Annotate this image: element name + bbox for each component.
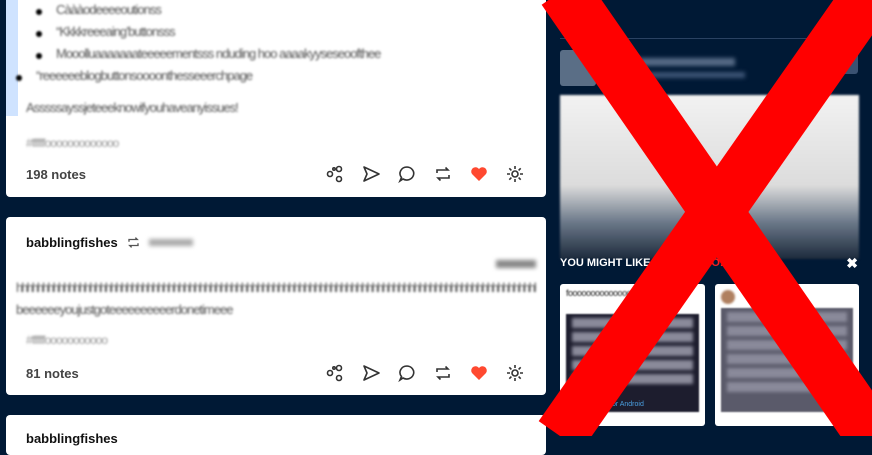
list-item: Càààodeeeeoutionss [35, 2, 380, 24]
post-actions [324, 163, 526, 185]
radar-image[interactable] [560, 95, 859, 259]
heading-prefix: YOU MIGHT LIKE [560, 257, 654, 269]
blog-name[interactable]: babblingfishes [26, 431, 118, 446]
post-tags[interactable]: #ffffffooooooooooooo [26, 136, 119, 150]
share-icon[interactable] [324, 362, 346, 384]
recommended-blog-card[interactable] [715, 284, 859, 426]
you-might-like-heading: YOU MIGHT LIKE THESE, TOO! [560, 257, 724, 269]
radar-sidebar: Radar YOU MIGHT LIKE THESE, TOO! ✖ foooo… [555, 0, 872, 436]
settings-icon[interactable] [504, 163, 526, 185]
list-item: “Kkkkreeeaing’buttonsss [35, 24, 380, 46]
dashboard-feed: Càààodeeeeoutionss “Kkkkreeeaing’buttons… [0, 0, 553, 455]
radar-blog-subtitle [605, 72, 745, 78]
note-count[interactable]: 81 notes [26, 366, 79, 381]
avatar[interactable] [560, 50, 596, 86]
blog-name[interactable]: babblingfishes [26, 235, 118, 250]
follow-button[interactable] [836, 52, 858, 74]
reblog-source [496, 260, 536, 268]
list-item: “reeeeeeblogbuttonsoooonthesseeerchpage [15, 68, 380, 90]
thumb-caption: foooooooooooooooooo [566, 288, 650, 298]
send-icon[interactable] [360, 163, 382, 185]
recommended-blog-card[interactable]: foooooooooooooooooo for Android [560, 284, 705, 426]
list-item: Mooolluaaaaaaateeeeementsss nduding hoo … [35, 46, 381, 68]
post-list: Càààodeeeeoutionss “Kkkkreeeaing’buttons… [15, 2, 381, 90]
settings-icon[interactable] [504, 362, 526, 384]
thumb-link[interactable]: for Android [610, 401, 644, 408]
post-header: babblingfishes [26, 235, 193, 250]
reply-icon[interactable] [396, 163, 418, 185]
reblog-icon[interactable] [432, 362, 454, 384]
thumb-text-lines [721, 312, 853, 392]
radar-blog-name[interactable] [605, 58, 735, 66]
thumb-image [721, 308, 853, 412]
thumb-text-lines [566, 318, 699, 384]
post-text: beeeeeeyoujustgoteeeeeeeeeerdonetimeee [16, 302, 233, 317]
post-text: hhhhhhhhhhhhhhhhhhhhhhhhhhhhhhhhhhhhhhhh… [16, 280, 536, 295]
post-header: babblingfishes [26, 431, 118, 446]
send-icon[interactable] [360, 362, 382, 384]
reblog-icon [126, 235, 141, 250]
share-icon[interactable] [324, 163, 346, 185]
quote-bar [6, 0, 18, 116]
post-tags[interactable]: #ffffffooooooooooo [26, 333, 108, 347]
thumb-image [566, 314, 699, 412]
divider [560, 38, 867, 39]
post-card: babblingfishes hhhhhhhhhhhhhhhhhhhhhhhhh… [6, 217, 546, 395]
like-icon[interactable] [468, 163, 490, 185]
close-icon[interactable]: ✖ [846, 255, 858, 272]
post-card: Càààodeeeeoutionss “Kkkkreeeaing’buttons… [6, 0, 546, 197]
post-card: babblingfishes [6, 415, 546, 455]
heading-highlight: THESE, TOO! [653, 257, 724, 269]
reblog-icon[interactable] [432, 163, 454, 185]
post-paragraph: Asssssayssjeteeeknowifyouhaveanyissues! [26, 100, 239, 115]
radar-title: Radar [560, 10, 603, 27]
post-actions [324, 362, 526, 384]
reply-icon[interactable] [396, 362, 418, 384]
like-icon[interactable] [468, 362, 490, 384]
reblogged-from-name[interactable] [148, 239, 193, 246]
avatar [721, 290, 735, 304]
note-count[interactable]: 198 notes [26, 167, 86, 182]
